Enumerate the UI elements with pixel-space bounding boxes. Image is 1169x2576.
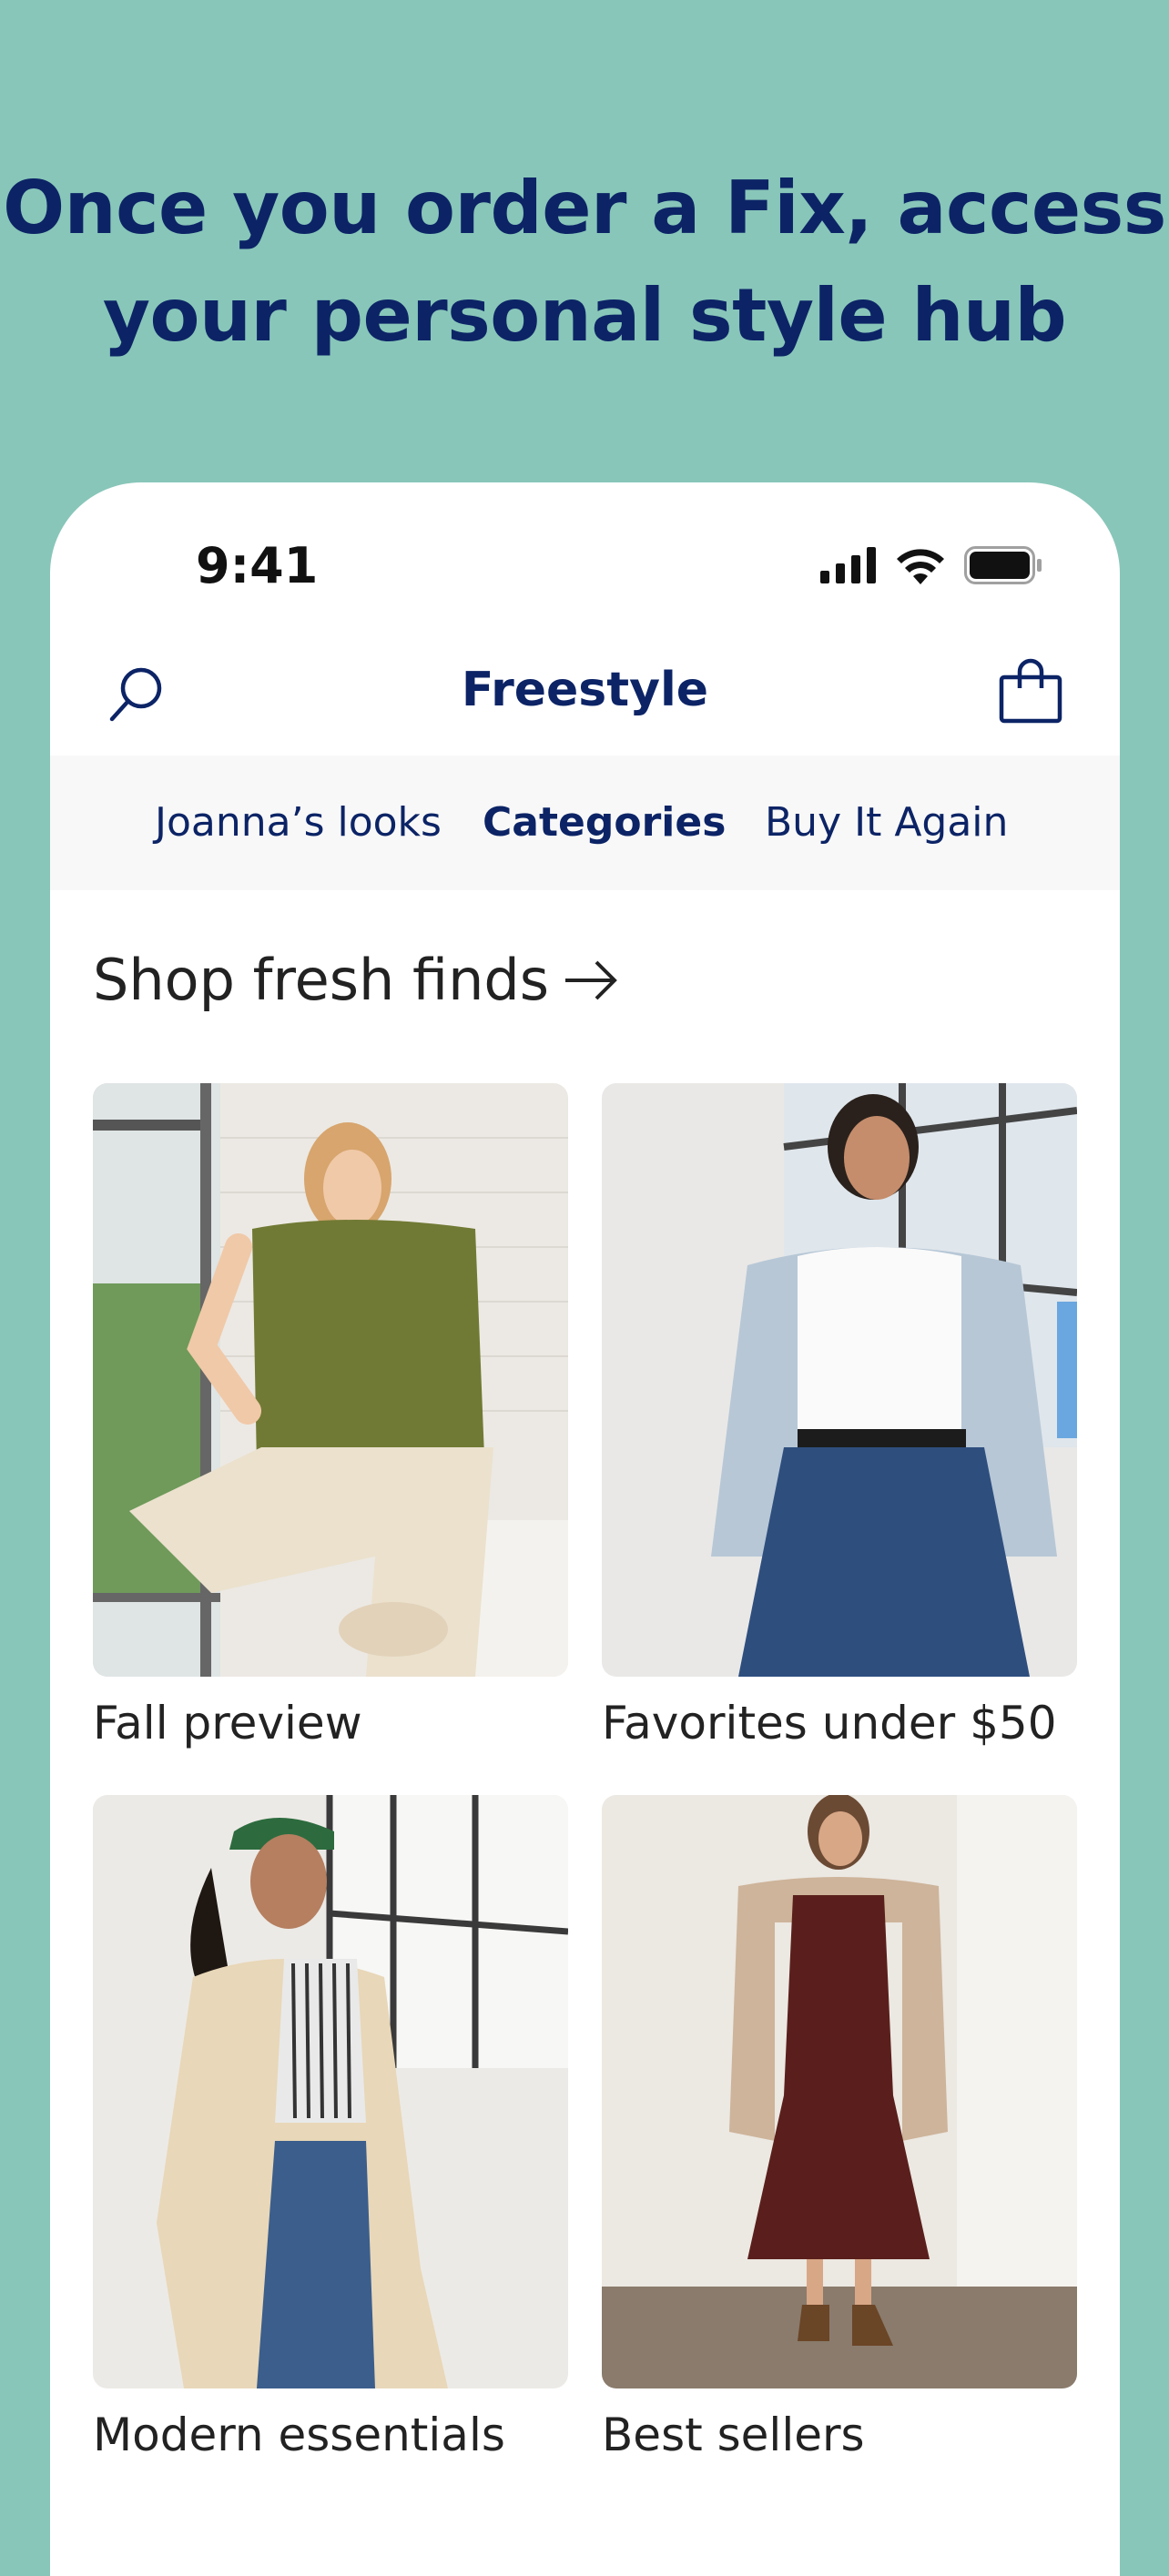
tab-buy-it-again[interactable]: Buy It Again — [765, 799, 1008, 846]
battery-icon — [964, 546, 1042, 584]
tab-categories[interactable]: Categories — [483, 799, 726, 846]
fall-preview-image — [93, 1083, 568, 1677]
arrow-right-icon — [565, 960, 617, 999]
card-label: Best sellers — [602, 2409, 865, 2461]
status-time: 9:41 — [196, 537, 319, 594]
tab-bar: Joanna’s looks Categories Buy It Again — [50, 756, 1120, 890]
tab-joannas-looks[interactable]: Joanna’s looks — [155, 799, 442, 846]
shop-fresh-finds-link[interactable]: Shop fresh finds — [93, 947, 620, 1013]
wifi-icon — [897, 549, 944, 584]
card-label: Fall preview — [93, 1697, 362, 1749]
promo-headline-line-1: Once you order a Fix, access — [3, 166, 1166, 250]
phone-screen: 9:41 Freestyle Joanna’s looks Categories… — [50, 482, 1120, 2576]
favorites-under-50-image — [602, 1083, 1077, 1677]
best-sellers-image — [602, 1795, 1077, 2388]
shopping-bag-icon — [999, 658, 1062, 724]
card-label: Favorites under $50 — [602, 1697, 1057, 1749]
category-card-modern-essentials[interactable]: Modern essentials — [93, 1795, 568, 2461]
cellular-signal-icon — [820, 547, 876, 583]
status-icons — [820, 546, 1042, 584]
category-card-best-sellers[interactable]: Best sellers — [602, 1795, 1077, 2461]
modern-essentials-image — [93, 1795, 568, 2388]
section-title: Shop fresh finds — [93, 947, 550, 1013]
app-title: Freestyle — [461, 663, 709, 717]
shopping-bag-button[interactable] — [996, 657, 1065, 726]
category-card-fall-preview[interactable]: Fall preview — [93, 1083, 568, 1749]
card-label: Modern essentials — [93, 2409, 505, 2461]
promo-headline: Once you order a Fix, access your person… — [0, 155, 1169, 370]
category-card-favorites-under-50[interactable]: Favorites under $50 — [602, 1083, 1077, 1749]
top-navbar: Freestyle — [50, 637, 1120, 751]
promo-headline-line-2: your personal style hub — [102, 273, 1067, 358]
